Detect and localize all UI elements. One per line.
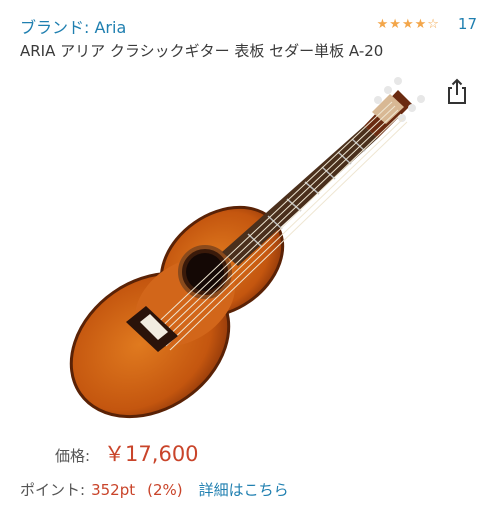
points-value: 352pt [91, 481, 136, 499]
star-icon: ★ [376, 16, 390, 32]
star-empty-icon: ☆ [427, 16, 440, 32]
star-rating: ★★★★☆ [377, 17, 440, 32]
product-image[interactable] [40, 60, 460, 440]
soundhole [178, 245, 232, 299]
star-icon: ★ [401, 16, 415, 32]
points-label: ポイント: [20, 481, 86, 499]
review-count-link[interactable]: 17 [458, 15, 477, 33]
star-icon: ★ [414, 16, 428, 32]
star-icon: ★ [389, 16, 402, 32]
points-row: ポイント: 352pt (2%) 詳細はこちら [20, 479, 289, 500]
guitar-headstock [364, 77, 425, 138]
points-percent: (2%) [147, 481, 183, 499]
price-label: 価格: [55, 447, 91, 465]
rating[interactable]: ★★★★☆ 17 [377, 15, 477, 33]
brand-link[interactable]: ブランド: Aria [20, 14, 126, 38]
price-row: 価格: ￥17,600 [55, 438, 199, 468]
points-details-link[interactable]: 詳細はこちら [199, 479, 289, 500]
price-value: ￥17,600 [104, 442, 199, 466]
product-title: ARIA アリア クラシックギター 表板 セダー単板 A-20 [20, 42, 384, 60]
